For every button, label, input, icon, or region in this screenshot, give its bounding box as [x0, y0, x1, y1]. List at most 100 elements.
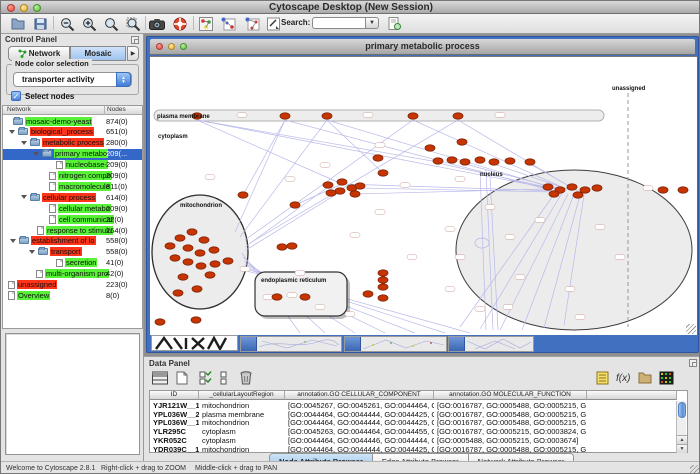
network-node[interactable]	[549, 191, 559, 197]
snapshot-icon[interactable]	[148, 15, 166, 32]
network-edge[interactable]	[245, 120, 413, 240]
resize-grip-icon[interactable]	[686, 324, 696, 334]
tab-overflow-icon[interactable]: ▶	[127, 46, 139, 61]
tree-row[interactable]: cellular metabo209(0)	[3, 203, 142, 214]
network-node[interactable]	[378, 170, 388, 176]
network-node[interactable]	[280, 113, 290, 119]
layout-nodes-icon[interactable]	[219, 15, 237, 32]
open-icon[interactable]	[9, 15, 27, 32]
table-cell[interactable]: YDR039C__1	[150, 445, 199, 455]
expand-arrow-icon[interactable]	[29, 250, 35, 254]
network-node[interactable]	[457, 139, 467, 145]
network-node[interactable]	[335, 188, 345, 194]
network-edge[interactable]	[235, 120, 285, 232]
network-node[interactable]	[277, 244, 287, 250]
network-node[interactable]	[290, 202, 300, 208]
unselect-attributes-icon[interactable]	[216, 368, 236, 387]
tree-row[interactable]: multi-organism pro42(0)	[3, 269, 142, 280]
tree-row[interactable]: nitrogen compo209(0)	[3, 171, 142, 182]
tree-row[interactable]: macromolecule311(0)	[3, 181, 142, 192]
tree-row[interactable]: primary metabo209(...	[3, 149, 142, 160]
expand-arrow-icon[interactable]	[21, 141, 27, 145]
network-node[interactable]	[191, 317, 201, 323]
network-node[interactable]	[300, 294, 310, 300]
expand-arrow-icon[interactable]	[33, 152, 39, 156]
network-node[interactable]	[433, 158, 443, 164]
network-node[interactable]	[178, 274, 188, 280]
table-column-header[interactable]: ID	[150, 391, 199, 400]
network-node[interactable]	[196, 263, 206, 269]
scrollbar-thumb[interactable]	[678, 402, 686, 418]
function-builder-icon[interactable]: f(x)	[613, 368, 633, 387]
network-node[interactable]	[170, 255, 180, 261]
search-dropdown-icon[interactable]: ▼	[365, 17, 379, 29]
tree-row[interactable]: response to stimulu264(0)	[3, 225, 142, 236]
layout-edges-icon[interactable]	[243, 15, 261, 32]
network-node[interactable]	[378, 284, 388, 290]
network-node[interactable]	[175, 235, 185, 241]
attribute-table-icon[interactable]	[150, 368, 170, 387]
network-node[interactable]	[337, 179, 347, 185]
network-edge[interactable]	[243, 120, 285, 195]
network-window-titlebar[interactable]: primary metabolic process	[150, 39, 695, 55]
network-node[interactable]	[658, 187, 668, 193]
tree-row[interactable]: nucleobase-209(0)	[3, 160, 142, 171]
network-node[interactable]	[425, 145, 435, 151]
select-nodes-checkbox[interactable]: ✓	[11, 91, 21, 101]
table-column-header[interactable]: annotation.GO MOLECULAR_FUNCTION	[434, 391, 587, 400]
zoom-out-icon[interactable]	[58, 15, 76, 32]
minimized-window-thumbnail[interactable]	[448, 336, 534, 352]
window-resize-grip-icon[interactable]	[690, 465, 699, 474]
zoom-fit-icon[interactable]	[124, 15, 142, 32]
network-node[interactable]	[525, 159, 535, 165]
network-node[interactable]	[475, 157, 485, 163]
minimized-window-thumbnail[interactable]	[344, 336, 447, 352]
network-edge[interactable]	[246, 192, 340, 250]
network-node[interactable]	[195, 250, 205, 256]
tree-row[interactable]: cellular process614(0)	[3, 192, 142, 203]
float-data-panel-icon[interactable]	[689, 359, 697, 367]
network-canvas[interactable]: plasma membrane cytoplasm mitochondrion …	[150, 56, 697, 335]
network-node[interactable]	[567, 184, 577, 190]
network-node[interactable]	[453, 113, 463, 119]
network-node[interactable]	[323, 182, 333, 188]
minimized-window-thumbnail[interactable]	[240, 336, 342, 352]
network-node[interactable]	[199, 237, 209, 243]
network-edge[interactable]	[197, 120, 438, 162]
tree-row[interactable]: biological_process651(0)	[3, 127, 142, 138]
scroll-up-icon[interactable]: ▲	[677, 435, 687, 444]
table-column-header[interactable]: annotation.GO CELLULAR_COMPONENT	[285, 391, 434, 400]
network-node[interactable]	[592, 185, 602, 191]
network-node[interactable]	[155, 319, 165, 325]
node-color-select[interactable]: transporter activity ▲▼	[13, 72, 132, 87]
network-node[interactable]	[183, 259, 193, 265]
help-icon[interactable]	[171, 15, 189, 32]
import-attributes-icon[interactable]	[635, 368, 655, 387]
network-node[interactable]	[363, 291, 373, 297]
network-node[interactable]	[378, 295, 388, 301]
table-scrollbar[interactable]: ▲ ▼	[676, 401, 686, 453]
new-attribute-icon[interactable]	[172, 368, 192, 387]
network-node[interactable]	[165, 243, 175, 249]
tree-row[interactable]: cell communicat22(0)	[3, 214, 142, 225]
network-node[interactable]	[580, 187, 590, 193]
network-window[interactable]: primary metabolic process	[146, 36, 699, 353]
network-edge[interactable]	[285, 120, 554, 191]
matrix-icon[interactable]	[656, 368, 676, 387]
network-node[interactable]	[287, 243, 297, 249]
network-node[interactable]	[322, 113, 332, 119]
network-node[interactable]	[543, 184, 553, 190]
network-edge[interactable]	[413, 120, 566, 189]
network-node[interactable]	[460, 159, 470, 165]
network-node[interactable]	[408, 113, 418, 119]
configure-search-icon[interactable]	[385, 15, 403, 32]
save-icon[interactable]	[31, 15, 49, 32]
notes-icon[interactable]	[592, 368, 612, 387]
tree-row[interactable]: unassigned223(0)	[3, 280, 142, 291]
tree-row[interactable]: secretion41(0)	[3, 258, 142, 269]
network-node[interactable]	[173, 290, 183, 296]
expand-arrow-icon[interactable]	[10, 239, 16, 243]
tree-row[interactable]: Overview8(0)	[3, 290, 142, 301]
scroll-down-icon[interactable]: ▼	[677, 444, 687, 453]
zoom-in-icon[interactable]	[80, 15, 98, 32]
